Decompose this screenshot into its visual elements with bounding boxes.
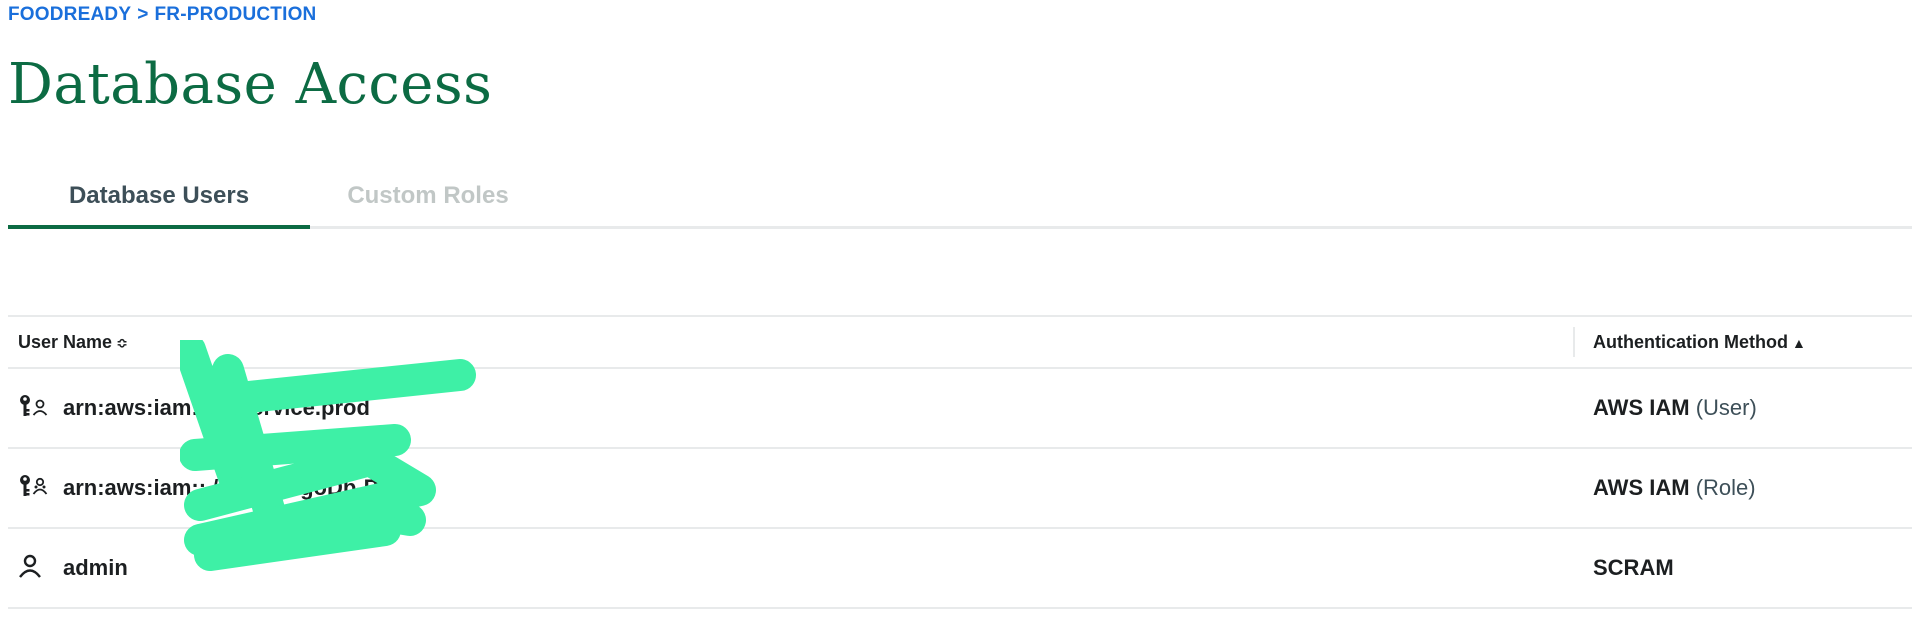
auth-method-type: SCRAM <box>1593 555 1674 580</box>
person-icon <box>18 552 52 582</box>
column-header-auth-method[interactable]: Authentication Method ▲ <box>1573 327 1806 357</box>
table-row[interactable]: arn:aws:iam:: /FR-MongoDb-Prod AWS IAM (… <box>8 449 1912 529</box>
database-users-table: User Name ≎ Authentication Method ▲ arn:aw… <box>8 315 1912 609</box>
table-row[interactable]: admin SCRAM <box>8 529 1912 609</box>
auth-method-detail: (User) <box>1695 395 1757 420</box>
table-row[interactable]: arn:aws:iam:: /fr.service.prod AWS IAM (… <box>8 369 1912 449</box>
tab-database-users[interactable]: Database Users <box>8 176 310 229</box>
key-role-icon <box>18 472 52 502</box>
breadcrumb-org[interactable]: FOODREADY <box>8 4 131 25</box>
auth-method-detail: (Role) <box>1695 475 1756 500</box>
sort-icon[interactable]: ≎ <box>116 335 128 351</box>
user-name[interactable]: arn:aws:iam:: /FR-MongoDb-Prod <box>63 449 414 527</box>
column-header-user-name-label: User Name <box>18 332 113 352</box>
auth-method: SCRAM <box>1593 529 1674 607</box>
user-name[interactable]: arn:aws:iam:: /fr.service.prod <box>63 369 370 447</box>
auth-method-type: AWS IAM <box>1593 395 1690 420</box>
page-title: Database Access <box>8 52 493 117</box>
table-header: User Name ≎ Authentication Method ▲ <box>8 315 1912 369</box>
tab-bar: Database Users Custom Roles <box>8 176 1912 229</box>
column-header-auth-method-label: Authentication Method <box>1593 332 1788 352</box>
breadcrumb-project[interactable]: FR-PRODUCTION <box>155 4 317 25</box>
user-name[interactable]: admin <box>63 529 128 607</box>
column-header-user-name[interactable]: User Name ≎ <box>18 317 128 367</box>
tab-custom-roles[interactable]: Custom Roles <box>310 176 546 226</box>
breadcrumb-separator: > <box>137 4 149 25</box>
breadcrumb: FOODREADY > FR-PRODUCTION <box>8 4 316 26</box>
sort-ascending-icon[interactable]: ▲ <box>1792 335 1806 351</box>
database-access-page: FOODREADY > FR-PRODUCTION Database Access … <box>0 0 1920 620</box>
auth-method: AWS IAM (Role) <box>1593 449 1756 527</box>
key-user-icon <box>18 392 52 422</box>
auth-method: AWS IAM (User) <box>1593 369 1757 447</box>
auth-method-type: AWS IAM <box>1593 475 1690 500</box>
